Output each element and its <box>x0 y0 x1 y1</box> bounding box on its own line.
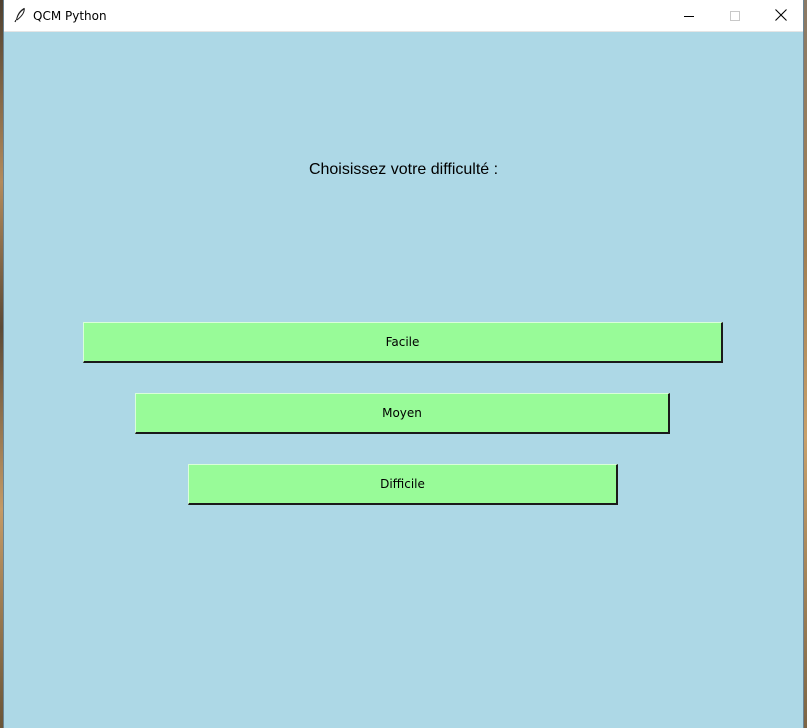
difficulty-heading: Choisissez votre difficulté : <box>308 161 499 178</box>
maximize-button[interactable] <box>712 0 758 31</box>
facile-button[interactable]: Facile <box>83 322 723 363</box>
moyen-button[interactable]: Moyen <box>135 393 670 434</box>
close-button[interactable] <box>758 0 804 31</box>
minimize-icon <box>684 6 694 25</box>
close-icon <box>775 6 787 25</box>
minimize-button[interactable] <box>666 0 712 31</box>
title-bar[interactable]: QCM Python <box>4 0 803 32</box>
difficile-button[interactable]: Difficile <box>188 464 618 505</box>
maximize-icon <box>730 6 740 25</box>
client-area: Choisissez votre difficulté : Facile Moy… <box>4 32 803 728</box>
feather-icon <box>13 7 27 23</box>
window-title: QCM Python <box>33 9 107 23</box>
app-window: QCM Python Choisissez votre difficulté :… <box>3 0 804 728</box>
